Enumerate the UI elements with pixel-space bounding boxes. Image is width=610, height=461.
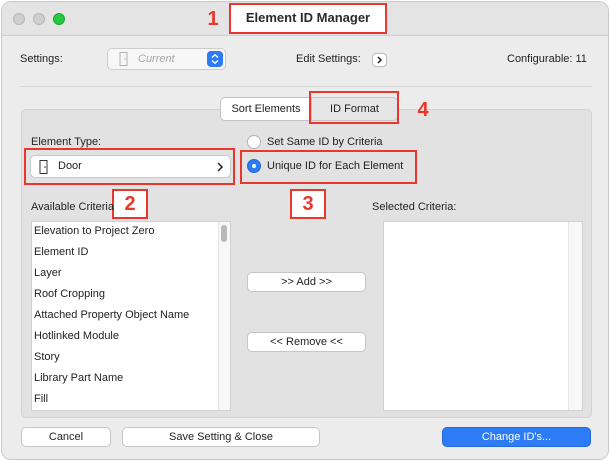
element-type-selector[interactable]: Door — [30, 155, 231, 178]
scrollbar-thumb[interactable] — [221, 225, 227, 242]
selected-criteria-list[interactable] — [383, 221, 583, 411]
tab-sort-elements[interactable]: Sort Elements — [220, 97, 312, 121]
element-type-label: Element Type: — [31, 136, 102, 148]
list-item[interactable]: Story — [34, 351, 60, 363]
settings-select[interactable]: Current — [107, 48, 226, 70]
minimize-window-button[interactable] — [33, 13, 45, 25]
unique-id-label: Unique ID for Each Element — [267, 160, 404, 172]
list-item[interactable]: Roof Cropping — [34, 288, 105, 300]
up-down-stepper-icon — [207, 51, 223, 67]
annotation-badge-4: 4 — [417, 99, 429, 121]
settings-value: Current — [138, 53, 175, 65]
title-bar: Element ID Manager 1 — [2, 2, 608, 36]
chevron-right-icon — [377, 56, 383, 64]
element-id-manager-window: Element ID Manager 1 Settings: Current E… — [1, 1, 609, 460]
chevron-right-icon — [217, 162, 224, 172]
available-criteria-scrollbar[interactable] — [218, 222, 230, 410]
save-setting-close-button[interactable]: Save Setting & Close — [122, 427, 320, 447]
list-item[interactable]: Element ID — [34, 246, 88, 258]
selected-criteria-scrollbar[interactable] — [568, 222, 582, 410]
window-title: Element ID Manager — [245, 10, 371, 25]
same-id-label: Set Same ID by Criteria — [267, 136, 383, 148]
element-type-value: Door — [58, 160, 82, 172]
annotation-badge-3: 3 — [302, 193, 314, 215]
close-window-button[interactable] — [13, 13, 25, 25]
tab-id-format[interactable]: ID Format — [312, 97, 398, 121]
same-id-radio[interactable] — [247, 135, 261, 149]
list-item[interactable]: Library Part Name — [34, 372, 123, 384]
edit-settings-label: Edit Settings: — [296, 53, 361, 65]
door-icon — [119, 52, 128, 66]
annotation-badge-1: 1 — [207, 8, 219, 30]
list-item[interactable]: Attached Property Object Name — [34, 309, 189, 321]
remove-criteria-button[interactable]: << Remove << — [247, 332, 366, 352]
change-ids-button[interactable]: Change ID's... — [442, 427, 591, 447]
settings-label: Settings: — [20, 53, 63, 65]
available-criteria-list[interactable]: Elevation to Project Zero Element ID Lay… — [31, 221, 231, 411]
list-item[interactable]: Fill — [34, 393, 48, 405]
annotation-badge-2: 2 — [124, 193, 136, 215]
edit-settings-button[interactable] — [372, 53, 387, 67]
list-item[interactable]: Elevation to Project Zero — [34, 225, 154, 237]
divider — [20, 86, 592, 87]
add-criteria-button[interactable]: >> Add >> — [247, 272, 366, 292]
list-item[interactable]: Layer — [34, 267, 62, 279]
selected-criteria-label: Selected Criteria: — [372, 201, 457, 213]
zoom-window-button[interactable] — [53, 13, 65, 25]
cancel-button[interactable]: Cancel — [21, 427, 111, 447]
unique-id-radio[interactable] — [247, 159, 261, 173]
available-criteria-label: Available Criteria — [31, 201, 114, 213]
configurable-count: Configurable: 11 — [507, 53, 587, 65]
list-item[interactable]: Hotlinked Module — [34, 330, 119, 342]
door-icon — [39, 160, 48, 174]
